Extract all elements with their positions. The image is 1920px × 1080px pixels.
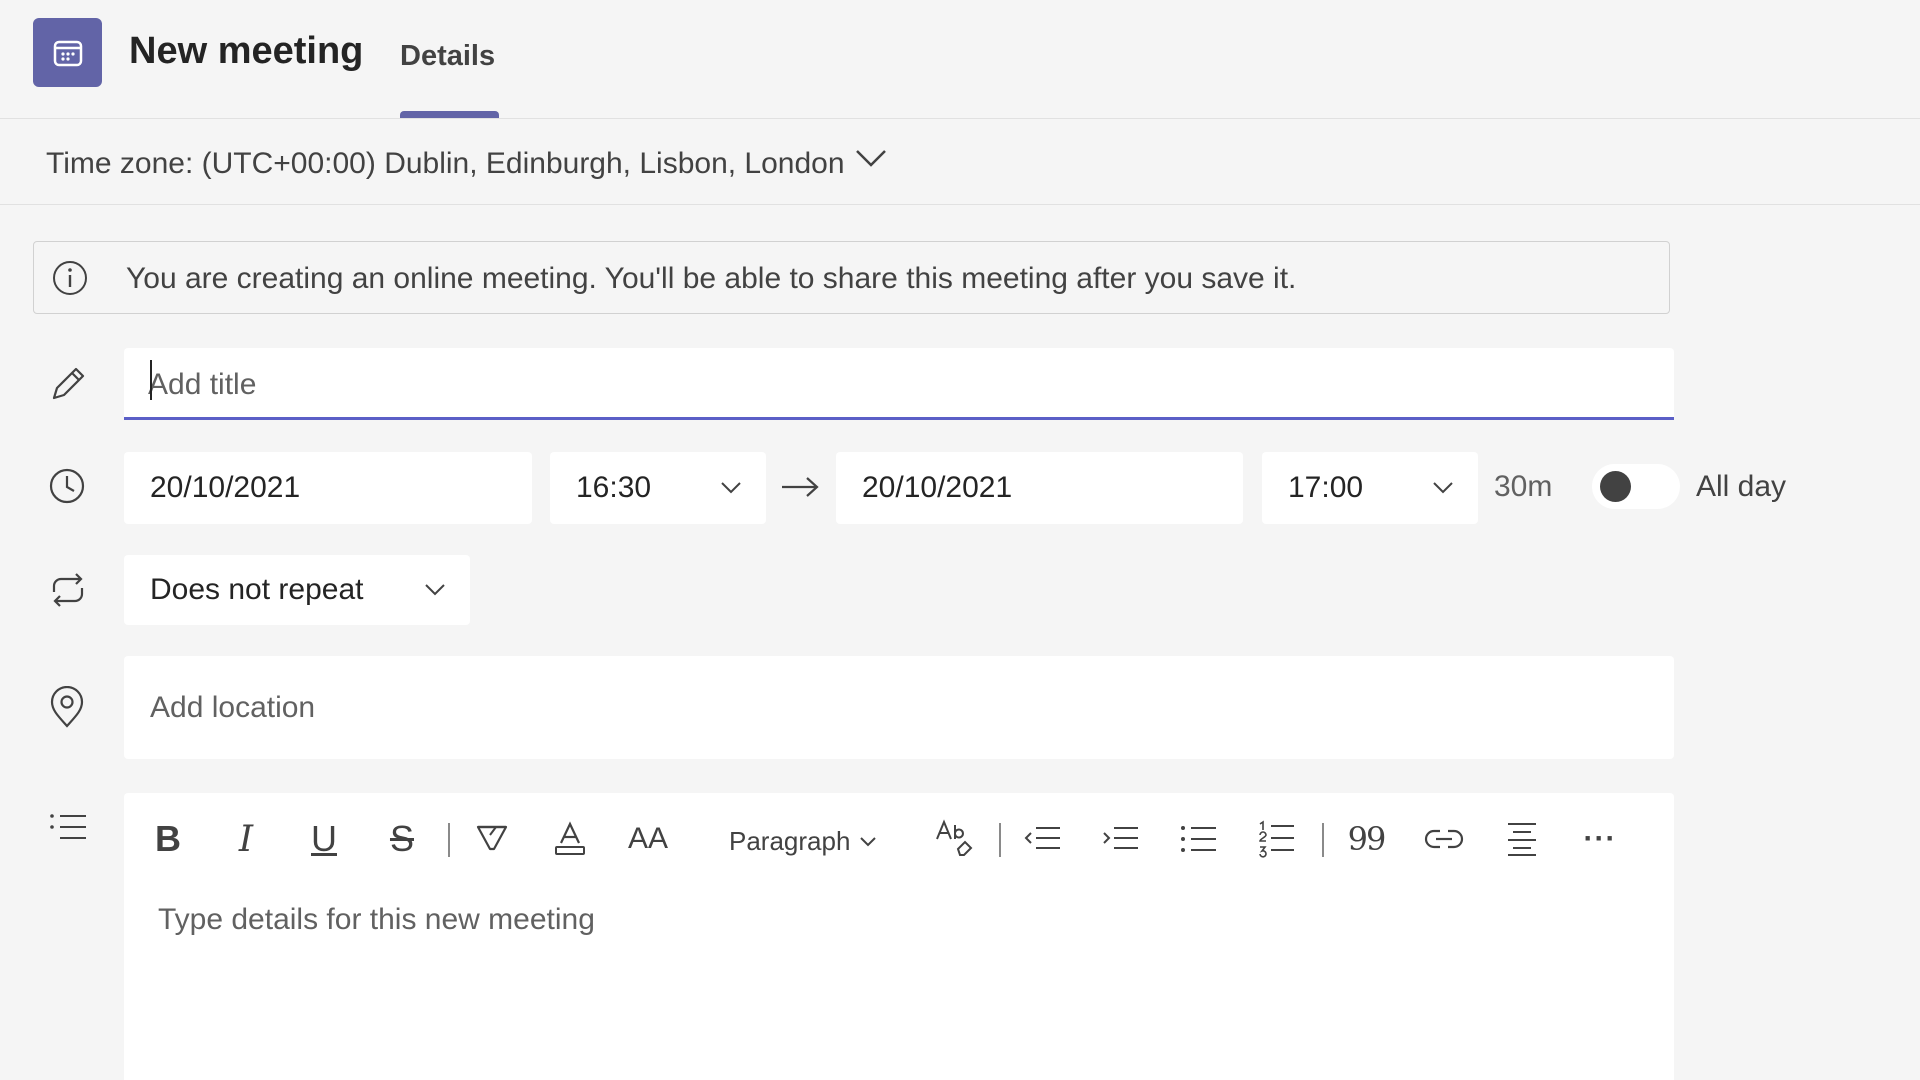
- strikethrough-button[interactable]: S: [380, 817, 424, 861]
- font-size-button[interactable]: AA: [626, 817, 670, 861]
- highlight-button[interactable]: [470, 817, 514, 861]
- pencil-icon: [52, 367, 85, 400]
- clear-formatting-icon: [936, 819, 973, 856]
- location-placeholder: Add location: [150, 690, 316, 724]
- italic-icon: I: [238, 818, 254, 860]
- start-time-value: 16:30: [576, 471, 652, 504]
- info-text: You are creating an online meeting. You'…: [126, 262, 1297, 295]
- numbered-list-button[interactable]: [1255, 817, 1299, 861]
- more-icon: ···: [1583, 822, 1617, 855]
- toggle-knob: [1600, 471, 1631, 502]
- underline-icon: U: [311, 818, 337, 859]
- increase-indent-icon: [1103, 827, 1138, 849]
- clear-formatting-button[interactable]: [932, 817, 976, 861]
- format-toolbar: B I U S AA Paragraph 99 ···: [124, 793, 1674, 893]
- more-options-button[interactable]: ···: [1578, 817, 1622, 861]
- editor-placeholder: Type details for this new meeting: [158, 903, 595, 936]
- start-date-field[interactable]: 20/10/2021: [124, 452, 532, 524]
- paragraph-style-select[interactable]: Paragraph: [729, 826, 850, 857]
- quote-button[interactable]: 99: [1344, 817, 1388, 861]
- arrow-right-icon: [782, 477, 819, 497]
- increase-indent-button[interactable]: [1099, 817, 1143, 861]
- location-field[interactable]: Add location: [124, 656, 1674, 759]
- align-button[interactable]: [1500, 817, 1544, 861]
- chevron-down-icon[interactable]: [855, 148, 887, 168]
- tab-details[interactable]: Details: [400, 40, 495, 73]
- all-day-toggle[interactable]: [1592, 464, 1680, 509]
- info-icon: [53, 261, 87, 295]
- clock-icon: [49, 468, 85, 504]
- title-field[interactable]: [124, 348, 1674, 420]
- end-date-value: 20/10/2021: [862, 471, 1013, 504]
- all-day-label: All day: [1696, 470, 1787, 503]
- numbered-list-icon: [1259, 820, 1294, 858]
- info-banner: You are creating an online meeting. You'…: [33, 241, 1670, 314]
- location-icon: [50, 686, 84, 728]
- calendar-icon: [33, 18, 102, 87]
- toolbar-divider: [1322, 823, 1324, 857]
- highlighter-icon: [476, 825, 508, 851]
- bold-icon: B: [155, 818, 181, 859]
- page-title: New meeting: [129, 30, 364, 72]
- font-size-icon: AA: [627, 822, 669, 855]
- strikethrough-icon: S: [389, 818, 414, 859]
- start-time-select[interactable]: 16:30: [550, 452, 766, 524]
- repeat-value: Does not repeat: [150, 573, 364, 606]
- insert-link-button[interactable]: [1422, 817, 1466, 861]
- chevron-down-icon: [425, 584, 445, 596]
- bulleted-list-button[interactable]: [1177, 817, 1221, 861]
- font-color-button[interactable]: [548, 817, 592, 861]
- header: New meeting Details: [0, 0, 1920, 119]
- decrease-indent-button[interactable]: [1021, 817, 1065, 861]
- link-icon: [1424, 829, 1464, 849]
- duration-label: 30m: [1494, 470, 1553, 503]
- chevron-down-icon: [1433, 482, 1453, 494]
- end-time-select[interactable]: 17:00: [1262, 452, 1478, 524]
- end-date-field[interactable]: 20/10/2021: [836, 452, 1243, 524]
- italic-button[interactable]: I: [224, 817, 268, 861]
- chevron-down-icon: [721, 482, 741, 494]
- timezone-selector[interactable]: Time zone: (UTC+00:00) Dublin, Edinburgh…: [46, 147, 845, 181]
- bold-button[interactable]: B: [146, 817, 190, 861]
- timezone-label: Time zone:: [46, 147, 194, 180]
- repeat-select[interactable]: Does not repeat: [124, 555, 470, 625]
- toolbar-divider: [999, 823, 1001, 857]
- toolbar-divider: [448, 823, 450, 857]
- text-description-icon: [50, 814, 86, 839]
- tab-active-indicator: [400, 111, 499, 118]
- chevron-down-icon[interactable]: [859, 836, 877, 848]
- font-color-icon: [555, 821, 585, 855]
- details-editor[interactable]: B I U S AA Paragraph 99 ··· Type details…: [124, 793, 1674, 1080]
- timezone-row: Time zone: (UTC+00:00) Dublin, Edinburgh…: [0, 119, 1920, 205]
- title-input[interactable]: [124, 348, 1674, 417]
- bulleted-list-icon: [1181, 826, 1216, 852]
- timezone-value: (UTC+00:00) Dublin, Edinburgh, Lisbon, L…: [201, 147, 845, 180]
- quote-icon: 99: [1347, 820, 1387, 858]
- repeat-icon: [52, 573, 84, 607]
- align-center-icon: [1508, 823, 1536, 856]
- text-caret: [150, 360, 152, 400]
- end-time-value: 17:00: [1288, 471, 1364, 504]
- start-date-value: 20/10/2021: [150, 471, 301, 504]
- decrease-indent-icon: [1024, 827, 1060, 849]
- underline-button[interactable]: U: [302, 817, 346, 861]
